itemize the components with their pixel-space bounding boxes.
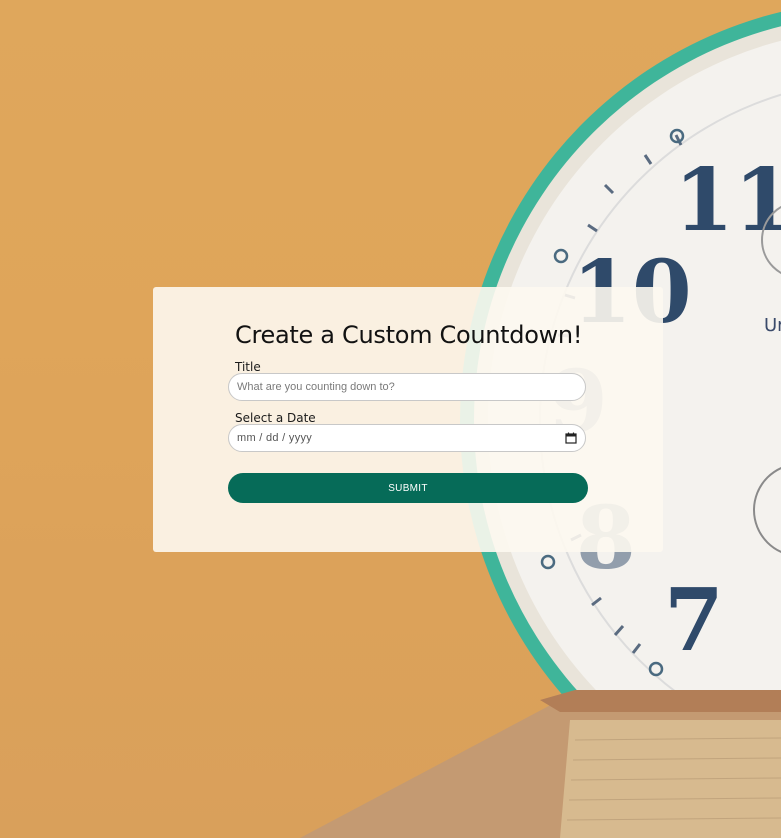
form-heading: Create a Custom Countdown! (235, 321, 583, 349)
title-input-placeholder: What are you counting down to? (237, 381, 395, 393)
clock-numeral-7: 7 (664, 570, 724, 671)
title-input[interactable]: What are you counting down to? (228, 373, 586, 401)
calendar-icon[interactable] (565, 432, 577, 444)
date-input[interactable]: mm / dd / yyyy (228, 424, 586, 452)
clock-numeral-11: 11 (674, 150, 781, 251)
title-label: Title (235, 360, 261, 374)
countdown-form-card: Create a Custom Countdown! Title What ar… (153, 287, 663, 552)
wooden-base-edge (540, 690, 781, 712)
date-label: Select a Date (235, 411, 316, 425)
submit-button[interactable]: SUBMIT (228, 473, 588, 503)
date-input-placeholder: mm / dd / yyyy (237, 432, 313, 444)
clock-brand-text: Ur (764, 315, 781, 336)
